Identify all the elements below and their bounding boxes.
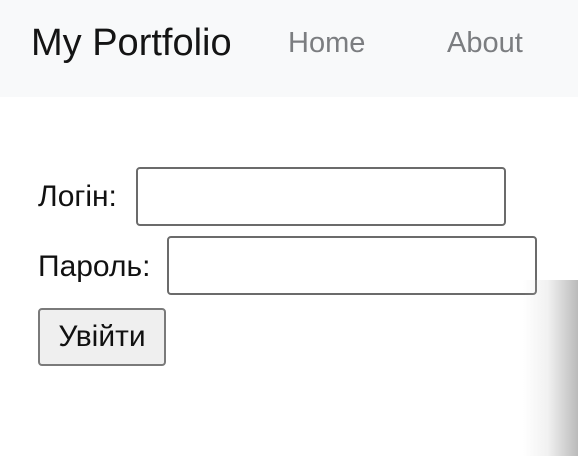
brand-link[interactable]: My Portfolio bbox=[31, 20, 232, 66]
password-input[interactable] bbox=[167, 236, 537, 295]
nav-link-about[interactable]: About bbox=[447, 23, 523, 63]
login-input[interactable] bbox=[136, 167, 506, 226]
login-button[interactable]: Увійти bbox=[38, 308, 166, 366]
password-label: Пароль: bbox=[38, 250, 151, 283]
login-label: Логін: bbox=[38, 180, 117, 213]
navbar: My Portfolio Home About bbox=[0, 0, 578, 97]
login-form: Логін: Пароль: Увійти bbox=[0, 97, 578, 456]
nav-link-home[interactable]: Home bbox=[288, 23, 365, 63]
